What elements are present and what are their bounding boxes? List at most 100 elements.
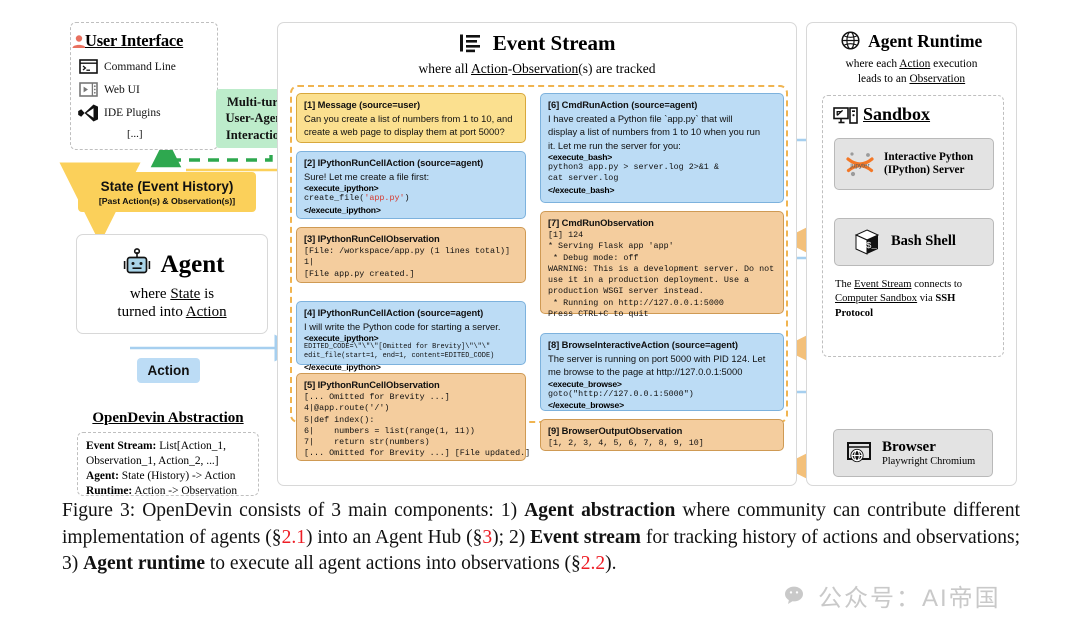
rt-sub-action-link: Action — [899, 58, 931, 70]
abstraction-line-1: Event Stream: List[Action_1, — [86, 439, 250, 454]
event-6-tag-open: <execute_bash> — [548, 152, 613, 163]
vscode-icon — [77, 103, 99, 123]
event-card-4[interactable]: [4] IPythonRunCellAction (source=agent) … — [296, 301, 526, 372]
agent-runtime-subtitle: where each Action execution leads to an … — [807, 57, 1016, 86]
event-6-tag-close: </execute_bash> — [548, 184, 615, 195]
rt-sub-line2-pre: leads to an — [857, 72, 910, 85]
caption-ref-2-2[interactable]: 2.2 — [581, 553, 605, 574]
event-4-tag-close: </execute_ipython> — [304, 361, 381, 372]
event-2-body: Sure! Let me create a file first: — [304, 171, 430, 182]
event-card-9[interactable]: [9] BrowserOutputObservation [1, 2, 3, 4… — [540, 419, 784, 451]
state-subtitle: [Past Action(s) & Observation(s)] — [98, 195, 236, 206]
event-card-6[interactable]: [6] CmdRunAction (source=agent) I have c… — [540, 93, 784, 203]
event-1-body: Can you create a list of numbers from 1 … — [304, 113, 513, 138]
sandbox-note-mid: connects to — [911, 279, 963, 290]
caption-p3: ) into an Agent Hub (§ — [305, 526, 483, 548]
event-2-code-string: 'app.py' — [364, 193, 405, 204]
terminal-icon — [79, 59, 98, 74]
event-card-8[interactable]: [8] BrowseInteractiveAction (source=agen… — [540, 333, 784, 411]
rt-sub-post: execution — [930, 58, 978, 70]
event-8-body: The server is running on port 5000 with … — [548, 353, 766, 378]
caption-p1: Figure 3: OpenDevin consists of 3 main c… — [62, 500, 525, 521]
event-3-body: [File: /workspace/app.py (1 lines total)… — [304, 246, 511, 279]
sandbox-note-pre: The — [835, 279, 855, 290]
abstraction-line-4-key: Runtime: — [86, 485, 133, 498]
state-event-history-box: State (Event History) [Past Action(s) & … — [78, 172, 256, 212]
event-card-5[interactable]: [5] IPythonRunCellObservation [... Omitt… — [296, 373, 530, 461]
abstraction-line-4: Runtime: Action -> Observation — [86, 484, 250, 499]
user-interface-title: User Interface — [85, 31, 184, 50]
event-stream-title-row: Event Stream — [278, 31, 796, 56]
agent-subtitle: where State is turned into Action — [117, 285, 226, 321]
event-7-header: [7] CmdRunObservation — [548, 217, 654, 228]
abstraction-line-3-value: State (History) -> Action — [118, 470, 236, 483]
es-sub-observation-link: Observation — [512, 61, 579, 76]
agent-title: Agent — [160, 250, 225, 278]
es-sub-post: (s) are tracked — [578, 61, 656, 76]
runtime-card-ipython[interactable]: jupyter Interactive Python (IPython) Ser… — [834, 138, 994, 190]
abstraction-line-2-value: Observation_1, Action_2, ...] — [86, 455, 219, 468]
runtime-card-ipython-label: Interactive Python (IPython) Server — [884, 151, 973, 178]
event-2-tag-close: </execute_ipython> — [304, 204, 381, 215]
agent-runtime-title-row: Agent Runtime — [807, 31, 1016, 52]
event-2-code-pre: create_file( — [304, 193, 365, 204]
runtime-card-bash-shell[interactable]: $_ Bash Shell — [834, 218, 994, 266]
sandbox-note-line2-mid: via — [917, 293, 936, 305]
list-icon — [459, 32, 481, 54]
event-5-header: [5] IPythonRunCellObservation — [304, 379, 440, 390]
globe-icon — [841, 31, 860, 50]
ui-item-ide-plugins[interactable]: IDE Plugins — [104, 107, 161, 119]
agent-sub-action-link: Action — [185, 303, 227, 320]
event-8-code: goto("http://127.0.0.1:5000") — [548, 389, 776, 400]
caption-b2: Event stream — [530, 526, 641, 548]
browser-label-line-2: Playwright Chromium — [882, 455, 976, 467]
sandbox-box: Sandbox jupyter Interactive Python (IPyt… — [822, 95, 1004, 357]
event-stream-subtitle: where all Action-Observation(s) are trac… — [278, 61, 796, 77]
agent-title-row: Agent — [120, 247, 225, 282]
browser-label-line-1: Browser — [882, 438, 936, 455]
agent-sub-line2-pre: turned into — [117, 303, 186, 320]
event-stream-column: Event Stream where all Action-Observatio… — [277, 22, 797, 486]
runtime-card-browser[interactable]: Browser Playwright Chromium — [833, 429, 993, 477]
wechat-icon — [784, 585, 810, 607]
caption-ref-2-1[interactable]: 2.1 — [282, 527, 306, 548]
event-4-tag-open: <execute_ipython> — [304, 333, 379, 344]
event-8-tag-close: </execute_browse> — [548, 399, 624, 410]
sandbox-title: Sandbox — [863, 104, 931, 124]
event-8-tag-open: <execute_browse> — [548, 378, 622, 389]
event-card-7[interactable]: [7] CmdRunObservation [1] 124 * Serving … — [540, 211, 784, 319]
state-title: State (Event History) — [100, 178, 234, 194]
event-8-code-string: "http://127.0.0.1:5000" — [573, 388, 689, 399]
agent-runtime-title: Agent Runtime — [868, 31, 983, 51]
caption-p4: ); 2) — [492, 526, 531, 548]
event-card-1[interactable]: [1] Message (source=user) Can you create… — [296, 93, 526, 143]
figure-3-opendevin-architecture: User Interface Command Line Web UI IDE P… — [0, 0, 1080, 640]
action-chip: Action — [137, 358, 200, 383]
event-1-header: [1] Message (source=user) — [304, 99, 421, 110]
abstraction-line-3: Agent: State (History) -> Action — [86, 469, 250, 484]
event-2-tag-open: <execute_ipython> — [304, 183, 379, 194]
rt-sub-observation-link: Observation — [909, 72, 966, 85]
event-card-2[interactable]: [2] IPythonRunCellAction (source=agent) … — [296, 151, 526, 219]
watermark-text: 公众号：AI帝国 — [818, 585, 1001, 612]
sandbox-note: The Event Stream connects to Computer Sa… — [835, 278, 993, 321]
event-card-3[interactable]: [3] IPythonRunCellObservation [File: /wo… — [296, 227, 526, 283]
event-8-code-post: ) — [688, 388, 694, 399]
event-2-header: [2] IPythonRunCellAction (source=agent) — [304, 157, 484, 168]
es-sub-pre: where all — [418, 61, 472, 76]
abstraction-line-1-key: Event Stream: — [86, 440, 157, 452]
caption-b3: Agent runtime — [83, 553, 205, 575]
event-4-code: EDITED_CODE=\"\"\"[Omitted for Brevity]\… — [304, 343, 495, 361]
caption-ref-3[interactable]: 3 — [482, 527, 492, 548]
robot-icon — [120, 247, 154, 282]
ui-item-ellipsis: [...] — [127, 128, 143, 140]
caption-p6: to execute all agent actions into observ… — [204, 553, 581, 575]
user-interface-column: User Interface Command Line Web UI IDE P… — [70, 22, 296, 497]
ui-item-web-ui[interactable]: Web UI — [104, 84, 140, 96]
svg-text:jupyter: jupyter — [849, 163, 870, 170]
agent-sub-mid: is — [200, 285, 215, 302]
ipython-label-line-2: (IPython) Server — [884, 164, 965, 176]
ui-item-command-line[interactable]: Command Line — [104, 61, 176, 73]
runtime-card-bash-label: Bash Shell — [891, 233, 956, 250]
agent-box: Agent where State is turned into Action — [76, 234, 268, 334]
